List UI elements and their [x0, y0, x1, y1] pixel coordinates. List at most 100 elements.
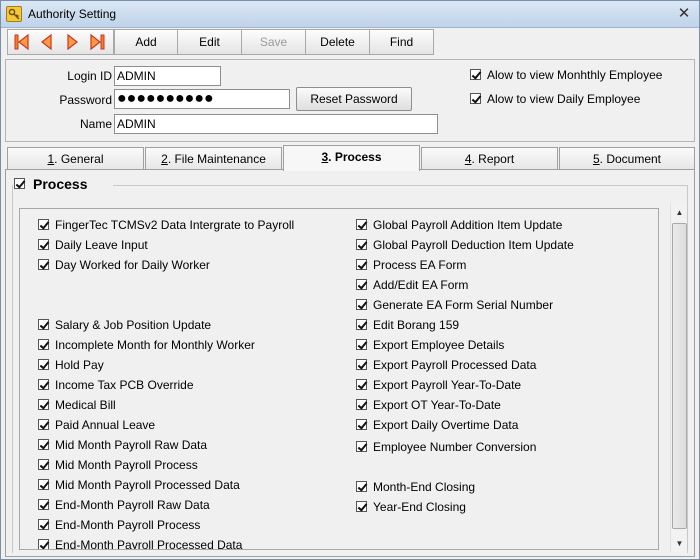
toolbar: Add Edit Save Delete Find [5, 29, 695, 55]
permission-item[interactable]: Medical Bill [38, 397, 116, 415]
permission-item-label: Day Worked for Daily Worker [55, 258, 210, 272]
login-id-field[interactable]: ADMIN [114, 66, 221, 86]
scroll-down-icon[interactable]: ▼ [671, 535, 688, 552]
checkbox-checked-icon [38, 319, 49, 330]
checkbox-checked-icon [356, 239, 367, 250]
permission-item-label: Process EA Form [373, 258, 467, 272]
permission-item[interactable]: Year-End Closing [356, 499, 466, 517]
permission-item[interactable]: Day Worked for Daily Worker [38, 257, 210, 275]
checkbox-checked-icon [38, 219, 49, 230]
checkbox-checked-icon [38, 499, 49, 510]
tab-process[interactable]: 3. Process [283, 145, 420, 171]
first-record-icon[interactable] [11, 32, 33, 52]
checkbox-checked-icon [38, 259, 49, 270]
permission-item[interactable]: Export Employee Details [356, 337, 504, 355]
permission-item[interactable]: Export Payroll Processed Data [356, 357, 536, 375]
record-navigation [7, 29, 114, 55]
process-permission-list: FingerTec TCMSv2 Data Intergrate to Payr… [19, 208, 659, 550]
tab-file-maintenance-number: 2 [161, 152, 168, 166]
close-icon[interactable]: ✕ [674, 5, 694, 23]
delete-button[interactable]: Delete [306, 29, 370, 55]
permission-item-label: Export Daily Overtime Data [373, 418, 519, 432]
permission-item[interactable]: Mid Month Payroll Raw Data [38, 437, 207, 455]
checkbox-checked-icon [356, 481, 367, 492]
permission-item[interactable]: Salary & Job Position Update [38, 317, 211, 335]
permission-item-label: End-Month Payroll Processed Data [55, 538, 243, 550]
vertical-scrollbar[interactable]: ▲ ▼ [670, 204, 687, 552]
checkbox-checked-icon [470, 69, 481, 80]
permission-item[interactable]: Incomplete Month for Monthly Worker [38, 337, 255, 355]
view-daily-employee-checkbox[interactable]: Alow to view Daily Employee [470, 92, 640, 108]
permission-item-label: End-Month Payroll Raw Data [55, 498, 210, 512]
find-button[interactable]: Find [370, 29, 434, 55]
checkbox-checked-icon [38, 359, 49, 370]
add-button[interactable]: Add [114, 29, 178, 55]
reset-password-button[interactable]: Reset Password [296, 87, 412, 111]
checkbox-checked-icon [38, 459, 49, 470]
password-label: Password [59, 93, 112, 107]
permission-item[interactable]: Add/Edit EA Form [356, 277, 468, 295]
permission-item[interactable]: Export Daily Overtime Data [356, 417, 518, 435]
permission-item[interactable]: Month-End Closing [356, 479, 475, 497]
permission-item[interactable]: End-Month Payroll Processed Data [38, 537, 243, 550]
tab-document[interactable]: 5. Document [559, 147, 695, 170]
scrollbar-thumb[interactable] [672, 223, 687, 529]
process-section-checkbox[interactable]: Process [14, 176, 87, 196]
permission-item[interactable]: Generate EA Form Serial Number [356, 297, 553, 315]
permission-item[interactable]: End-Month Payroll Process [38, 517, 200, 535]
permission-item-label: Paid Annual Leave [55, 418, 156, 432]
scroll-up-icon[interactable]: ▲ [671, 204, 688, 221]
previous-record-icon[interactable] [36, 32, 58, 52]
permission-item[interactable]: Global Payroll Deduction Item Update [356, 237, 574, 255]
permission-item-label: Add/Edit EA Form [373, 278, 469, 292]
permission-item-label: Export Employee Details [373, 338, 505, 352]
authority-setting-window: Authority Setting ✕ Add Edit Save Delete… [0, 0, 700, 560]
next-record-icon[interactable] [61, 32, 83, 52]
permission-item[interactable]: Edit Borang 159 [356, 317, 459, 335]
name-field[interactable]: ADMIN [114, 114, 438, 134]
title-bar: Authority Setting ✕ [1, 1, 699, 28]
permission-item-label: Export Payroll Year-To-Date [373, 378, 522, 392]
permission-item-label: Generate EA Form Serial Number [373, 298, 554, 312]
permission-item-label: Income Tax PCB Override [55, 378, 194, 392]
checkbox-checked-icon [14, 178, 25, 189]
permission-item[interactable]: End-Month Payroll Raw Data [38, 497, 210, 515]
login-id-label: Login ID [67, 69, 112, 83]
checkbox-checked-icon [356, 219, 367, 230]
permission-item[interactable]: Export Payroll Year-To-Date [356, 377, 521, 395]
permission-item[interactable]: Income Tax PCB Override [38, 377, 194, 395]
last-record-icon[interactable] [86, 32, 108, 52]
password-field[interactable]: ●●●●●●●●●● [114, 89, 290, 109]
permission-item-label: Daily Leave Input [55, 238, 148, 252]
tab-general[interactable]: 1. General [7, 147, 144, 170]
key-icon [6, 6, 22, 22]
name-label: Name [79, 117, 112, 131]
permission-item-label: Hold Pay [55, 358, 104, 372]
permission-item[interactable]: Daily Leave Input [38, 237, 148, 255]
permission-item[interactable]: Export OT Year-To-Date [356, 397, 501, 415]
checkbox-checked-icon [356, 419, 367, 430]
permission-item[interactable]: Global Payroll Addition Item Update [356, 217, 562, 235]
permission-item-label: Export Payroll Processed Data [373, 358, 537, 372]
permission-item[interactable]: Process EA Form [356, 257, 466, 275]
permission-item-label: Incomplete Month for Monthly Worker [55, 338, 255, 352]
tab-general-label: . General [54, 152, 104, 166]
edit-button[interactable]: Edit [178, 29, 242, 55]
permission-item[interactable]: Hold Pay [38, 357, 104, 375]
permission-item[interactable]: Employee Number Conversion [356, 439, 536, 457]
checkbox-checked-icon [356, 399, 367, 410]
checkbox-checked-icon [356, 359, 367, 370]
tab-report-number: 4 [464, 152, 472, 166]
checkbox-checked-icon [356, 279, 367, 290]
save-button[interactable]: Save [242, 29, 306, 55]
permission-item[interactable]: Mid Month Payroll Processed Data [38, 477, 240, 495]
permission-item[interactable]: FingerTec TCMSv2 Data Intergrate to Payr… [38, 217, 294, 235]
permission-item-label: Year-End Closing [373, 500, 466, 514]
permission-item[interactable]: Mid Month Payroll Process [38, 457, 198, 475]
view-monthly-employee-checkbox[interactable]: Alow to view Monhthly Employee [470, 68, 662, 84]
tab-report[interactable]: 4. Report [421, 147, 558, 170]
checkbox-checked-icon [38, 539, 49, 549]
tab-file-maintenance[interactable]: 2. File Maintenance [145, 147, 282, 170]
checkbox-checked-icon [356, 299, 367, 310]
permission-item[interactable]: Paid Annual Leave [38, 417, 155, 435]
